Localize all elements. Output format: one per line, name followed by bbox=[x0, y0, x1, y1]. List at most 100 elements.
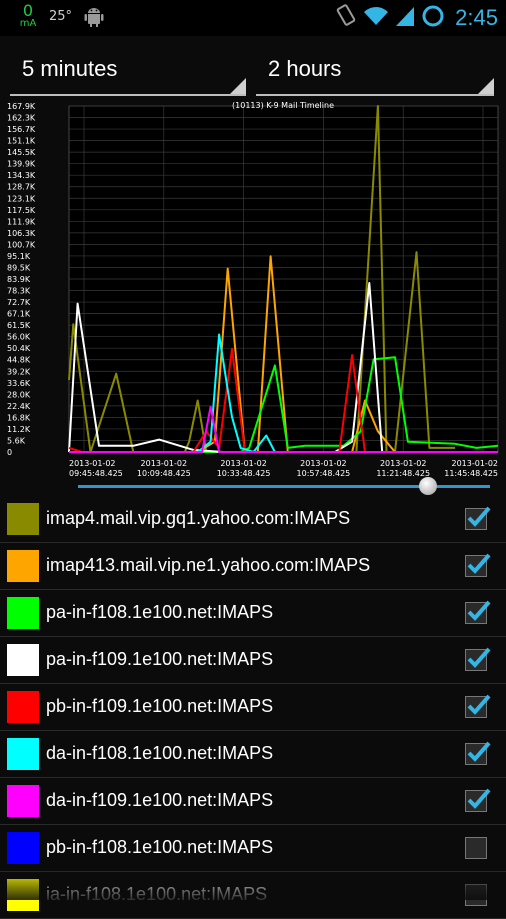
legend-item[interactable]: da-in-f109.1e100.net:IMAPS bbox=[0, 778, 506, 825]
x-tick-time: 10:09:48.425 bbox=[137, 469, 191, 478]
legend-item[interactable]: pb-in-f108.1e100.net:IMAPS bbox=[0, 825, 506, 872]
y-tick-label: 162.3K bbox=[7, 114, 36, 123]
y-tick-label: 83.9K bbox=[7, 275, 31, 284]
y-tick-label: 72.7K bbox=[7, 298, 31, 307]
legend-item[interactable]: imap413.mail.vip.ne1.yahoo.com:IMAPS bbox=[0, 543, 506, 590]
y-tick-label: 145.5K bbox=[7, 148, 36, 157]
interval-spinner[interactable]: 5 minutes bbox=[10, 50, 246, 96]
series-checkbox[interactable] bbox=[465, 647, 491, 671]
legend-item[interactable]: pa-in-f109.1e100.net:IMAPS bbox=[0, 637, 506, 684]
x-tick-date: 2013-01-02 bbox=[69, 459, 116, 468]
series-color-swatch bbox=[7, 503, 39, 535]
y-tick-label: 78.3K bbox=[7, 287, 31, 296]
series-checkbox[interactable] bbox=[465, 553, 491, 577]
series-color-swatch bbox=[7, 691, 39, 723]
x-tick-time: 10:57:48.425 bbox=[297, 469, 351, 478]
y-tick-label: 11.2K bbox=[7, 425, 31, 434]
y-tick-label: 117.5K bbox=[7, 206, 36, 215]
time-slider-thumb[interactable] bbox=[419, 477, 438, 495]
legend-item[interactable]: pb-in-f109.1e100.net:IMAPS bbox=[0, 684, 506, 731]
series-name: imap4.mail.vip.gq1.yahoo.com:IMAPS bbox=[46, 508, 351, 528]
y-tick-label: 61.5K bbox=[7, 321, 31, 330]
time-range-value: 2 hours bbox=[268, 56, 342, 81]
series-color-swatch bbox=[7, 832, 39, 864]
x-tick-time: 11:21:48.425 bbox=[376, 469, 430, 478]
android-icon bbox=[84, 6, 104, 32]
timeline-chart[interactable]: (10113) K-9 Mail Timeline 167.9K 162.3K 15… bbox=[0, 98, 506, 482]
series-name: imap413.mail.vip.ne1.yahoo.com:IMAPS bbox=[46, 555, 371, 575]
y-tick-label: 56.0K bbox=[7, 333, 31, 342]
x-axis-ticks: 2013-01-0209:45:48.4252013-01-0210:09:48… bbox=[69, 459, 498, 478]
series-color-swatch bbox=[7, 597, 39, 629]
y-axis-ticks: 167.9K 162.3K 156.7K 151.1K 145.5K 139.9K 134.… bbox=[7, 102, 36, 457]
series-checkbox[interactable] bbox=[465, 741, 491, 765]
y-tick-label: 89.5K bbox=[7, 263, 31, 272]
series-legend-list: imap4.mail.vip.gq1.yahoo.com:IMAPS imap41… bbox=[0, 496, 506, 919]
checkmark-icon bbox=[467, 647, 491, 668]
y-tick-label: 151.1K bbox=[7, 137, 36, 146]
series-name: pa-in-f109.1e100.net:IMAPS bbox=[46, 649, 274, 669]
series-name: pa-in-f108.1e100.net:IMAPS bbox=[46, 602, 274, 622]
list-fade bbox=[0, 868, 506, 900]
y-tick-label: 50.4K bbox=[7, 344, 31, 353]
sync-circle-icon bbox=[421, 4, 445, 32]
y-tick-label: 100.7K bbox=[7, 240, 36, 249]
series-name: pb-in-f109.1e100.net:IMAPS bbox=[46, 696, 274, 716]
y-tick-label: 134.3K bbox=[7, 171, 36, 180]
y-tick-label: 156.7K bbox=[7, 125, 36, 134]
dropdown-arrow-icon bbox=[478, 78, 494, 94]
y-tick-label: 5.6K bbox=[7, 436, 26, 445]
x-tick-time: 10:33:48.425 bbox=[217, 469, 271, 478]
series-color-swatch bbox=[7, 785, 39, 817]
signal-icon bbox=[395, 5, 415, 31]
series-checkbox[interactable] bbox=[465, 837, 487, 859]
checkmark-icon bbox=[467, 741, 491, 762]
y-tick-label: 167.9K bbox=[7, 102, 36, 111]
series-name: da-in-f108.1e100.net:IMAPS bbox=[46, 743, 274, 763]
x-tick-date: 2013-01-02 bbox=[380, 459, 427, 468]
checkmark-icon bbox=[467, 600, 491, 621]
status-icons: 2:45 bbox=[335, 0, 498, 36]
y-tick-label: 123.1K bbox=[7, 194, 36, 203]
series-checkbox[interactable] bbox=[465, 600, 491, 624]
y-tick-label: 139.9K bbox=[7, 160, 36, 169]
legend-item[interactable]: imap4.mail.vip.gq1.yahoo.com:IMAPS bbox=[0, 496, 506, 543]
x-tick-date: 2013-01-02 bbox=[141, 459, 188, 468]
checkmark-icon bbox=[467, 506, 491, 527]
y-tick-label: 16.8K bbox=[7, 413, 31, 422]
y-tick-label: 111.9K bbox=[7, 217, 36, 226]
series-name: da-in-f109.1e100.net:IMAPS bbox=[46, 790, 274, 810]
series-checkbox[interactable] bbox=[465, 506, 491, 530]
current-unit: mA bbox=[19, 18, 37, 29]
clock: 2:45 bbox=[455, 5, 498, 30]
chart-title: (10113) K-9 Mail Timeline bbox=[232, 101, 334, 110]
y-tick-label: 128.7K bbox=[7, 183, 36, 192]
status-bar: 0 mA 25° 2:45 bbox=[0, 0, 506, 36]
x-tick-time: 09:45:48.425 bbox=[69, 469, 123, 478]
y-tick-label: 39.2K bbox=[7, 367, 31, 376]
x-tick-time: 11:45:48.425 bbox=[444, 469, 498, 478]
timeline-chart-svg: (10113) K-9 Mail Timeline 167.9K 162.3K 15… bbox=[7, 101, 499, 478]
legend-item[interactable]: pa-in-f108.1e100.net:IMAPS bbox=[0, 590, 506, 637]
series-color-swatch bbox=[7, 644, 39, 676]
y-tick-label: 95.1K bbox=[7, 252, 31, 261]
series-color-swatch bbox=[7, 550, 39, 582]
current-readout: 0 mA bbox=[16, 3, 40, 30]
dropdown-arrow-icon bbox=[230, 78, 246, 94]
series-name: pb-in-f108.1e100.net:IMAPS bbox=[46, 837, 274, 857]
y-tick-label: 106.3K bbox=[7, 229, 36, 238]
x-tick-date: 2013-01-02 bbox=[220, 459, 267, 468]
series-checkbox[interactable] bbox=[465, 788, 491, 812]
interval-value: 5 minutes bbox=[22, 56, 118, 81]
wifi-icon bbox=[363, 5, 389, 31]
checkmark-icon bbox=[467, 553, 491, 574]
rotation-lock-icon bbox=[335, 4, 357, 32]
checkmark-icon bbox=[467, 788, 491, 809]
checkmark-icon bbox=[467, 694, 491, 715]
legend-item[interactable]: da-in-f108.1e100.net:IMAPS bbox=[0, 731, 506, 778]
y-tick-label: 0 bbox=[7, 448, 12, 457]
y-tick-label: 44.8K bbox=[7, 356, 31, 365]
series-checkbox[interactable] bbox=[465, 694, 491, 718]
time-range-spinner[interactable]: 2 hours bbox=[256, 50, 494, 96]
y-tick-label: 22.4K bbox=[7, 402, 31, 411]
